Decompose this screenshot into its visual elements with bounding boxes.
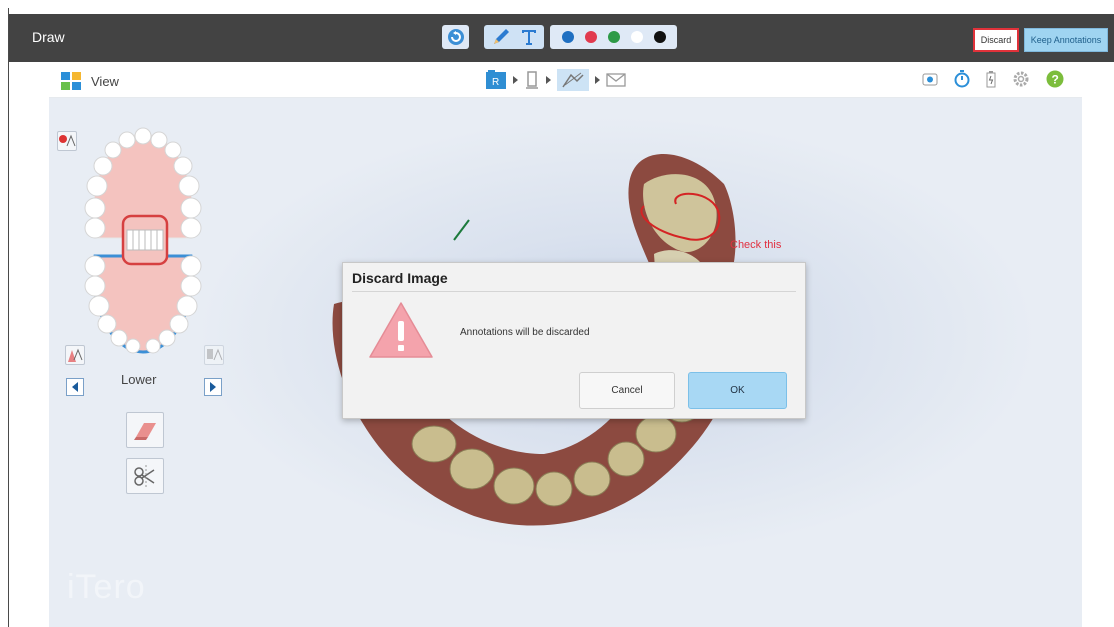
color-blue-swatch[interactable] bbox=[561, 31, 574, 43]
color-green-swatch[interactable] bbox=[607, 31, 620, 43]
step-arrow-icon bbox=[595, 76, 600, 84]
right-tools: ? bbox=[922, 70, 1064, 88]
color-black-swatch[interactable] bbox=[653, 31, 666, 43]
chevron-right-icon bbox=[210, 382, 216, 392]
app-window: Draw Discard Keep Annotations View R ? L… bbox=[8, 8, 1114, 627]
color-palette bbox=[550, 25, 677, 49]
dialog-divider bbox=[352, 291, 796, 292]
svg-text:?: ? bbox=[1052, 73, 1059, 87]
warning-icon bbox=[369, 302, 433, 358]
color-white-swatch[interactable] bbox=[630, 31, 643, 43]
annotation-text: Check this bbox=[730, 239, 782, 251]
jaw-diagram[interactable] bbox=[77, 126, 209, 360]
eraser-icon bbox=[134, 423, 156, 440]
help-icon[interactable]: ? bbox=[1046, 70, 1064, 88]
workflow-steps: R bbox=[485, 69, 626, 91]
scissors-icon bbox=[134, 465, 155, 487]
view-label: View bbox=[91, 74, 119, 89]
rx-step-icon[interactable]: R bbox=[485, 70, 507, 90]
lower-jaw-icon bbox=[68, 348, 83, 362]
dialog-title: Discard Image bbox=[352, 270, 448, 286]
view-grid-icon[interactable] bbox=[61, 72, 81, 90]
jaw-toggle-icon bbox=[59, 134, 76, 147]
text-tool-icon[interactable] bbox=[520, 27, 538, 47]
jaw-gray-icon bbox=[207, 348, 223, 361]
jaw-label: Lower bbox=[121, 372, 157, 387]
battery-icon[interactable] bbox=[986, 70, 996, 88]
color-red-swatch[interactable] bbox=[584, 31, 597, 43]
view-toolbar: View R ? bbox=[49, 62, 1082, 98]
model-view-icon bbox=[562, 72, 584, 88]
svg-text:R: R bbox=[492, 77, 499, 88]
view-step-active[interactable] bbox=[557, 69, 589, 91]
pen-icon[interactable] bbox=[490, 27, 512, 47]
discard-image-dialog: Discard Image Annotations will be discar… bbox=[342, 262, 806, 419]
draw-title: Draw bbox=[32, 29, 65, 45]
eraser-tool-button[interactable] bbox=[126, 412, 164, 448]
send-step-icon[interactable] bbox=[606, 72, 626, 88]
scan-step-icon[interactable] bbox=[524, 70, 540, 90]
upper-jaw-toggle-button[interactable] bbox=[57, 131, 77, 151]
discard-button[interactable]: Discard bbox=[973, 28, 1019, 52]
keep-annotations-button[interactable]: Keep Annotations bbox=[1024, 28, 1108, 52]
chevron-left-icon bbox=[72, 382, 78, 392]
prev-jaw-button[interactable] bbox=[66, 378, 84, 396]
next-jaw-button[interactable] bbox=[204, 378, 222, 396]
lower-jaw-right-tool[interactable] bbox=[204, 345, 224, 365]
step-arrow-icon bbox=[546, 76, 551, 84]
camera-icon[interactable] bbox=[922, 71, 938, 87]
lower-jaw-left-tool[interactable] bbox=[65, 345, 85, 365]
cancel-button[interactable]: Cancel bbox=[579, 372, 675, 409]
ok-button[interactable]: OK bbox=[688, 372, 787, 409]
trim-tool-button[interactable] bbox=[126, 458, 164, 494]
undo-button[interactable] bbox=[442, 25, 469, 49]
undo-icon bbox=[447, 29, 464, 45]
draw-toolbar: Draw Discard Keep Annotations bbox=[9, 14, 1114, 62]
itero-logo: iTero bbox=[67, 568, 146, 606]
timer-icon[interactable] bbox=[954, 70, 970, 88]
dialog-message: Annotations will be discarded bbox=[460, 327, 590, 338]
settings-gear-icon[interactable] bbox=[1012, 70, 1030, 88]
step-arrow-icon bbox=[513, 76, 518, 84]
pen-text-tools bbox=[484, 25, 544, 49]
